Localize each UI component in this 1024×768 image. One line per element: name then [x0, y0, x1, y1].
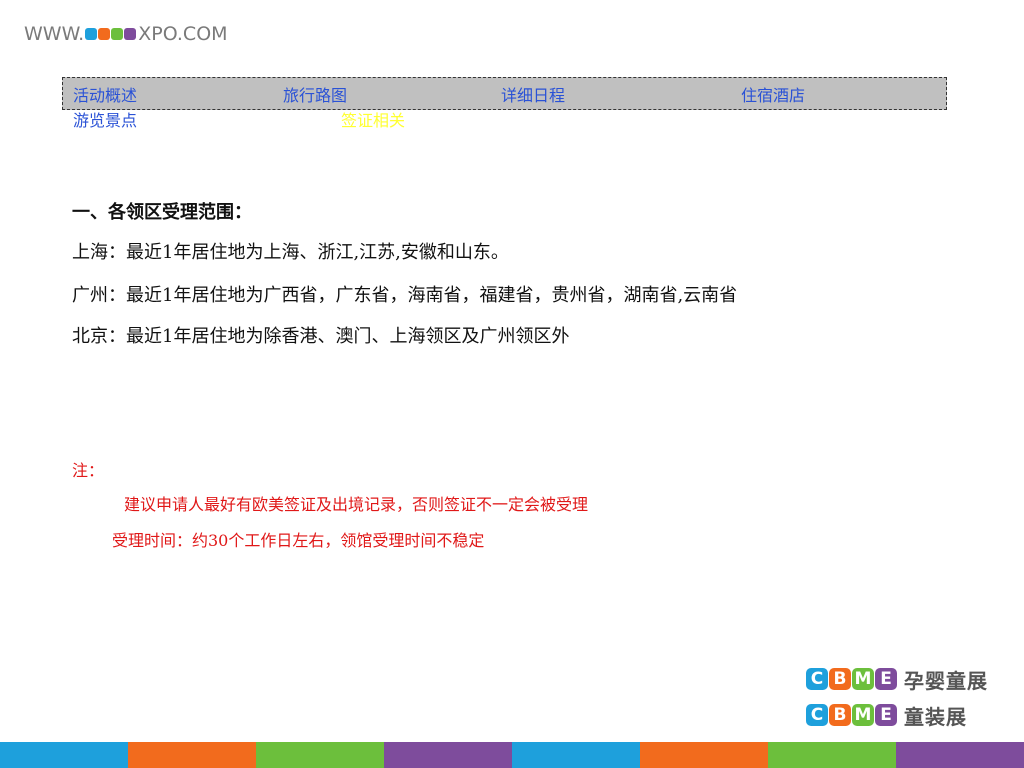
nav-link-overview[interactable]: 活动概述: [73, 87, 137, 105]
consulate-guangzhou: 广州：最近1年居住地为广西省，广东省，海南省，福建省，贵州省，湖南省,云南省: [72, 285, 738, 306]
nav-link-detailed-schedule[interactable]: 详细日程: [501, 87, 565, 105]
cbme-logo-mark: CBME: [806, 704, 898, 726]
stripe-segment: [640, 742, 768, 768]
brand-row-maternity: CBME 孕婴童展: [806, 664, 988, 694]
stripe-segment: [512, 742, 640, 768]
logo-prefix: WWW.: [24, 23, 85, 45]
cbme-expo-url-logo: WWW. XPO.COM: [24, 20, 228, 48]
brand-text-kids-apparel: 童装展: [904, 704, 967, 729]
stripe-segment: [768, 742, 896, 768]
brand-text-maternity: 孕婴童展: [904, 668, 988, 693]
nav-link-travel-route[interactable]: 旅行路图: [283, 87, 347, 105]
cbme-logo-mark: CBME: [806, 668, 898, 690]
logo-suffix: XPO.COM: [138, 23, 228, 45]
stripe-segment: [256, 742, 384, 768]
note-item: 建议申请人最好有欧美签证及出境记录，否则签证不一定会被受理: [124, 495, 589, 514]
color-stripe-footer: [0, 742, 1024, 768]
stripe-segment: [128, 742, 256, 768]
section-heading: 一、各领区受理范围：: [72, 202, 252, 223]
cbme-logo-mark: [85, 28, 137, 40]
brand-row-kids-apparel: CBME 童装展: [806, 700, 988, 730]
note-item: 受理时间：约30个工作日左右，领馆受理时间不稳定: [112, 531, 485, 550]
consulate-shanghai: 上海：最近1年居住地为上海、浙江,江苏,安徽和山东。: [72, 242, 509, 263]
nav-link-visa[interactable]: 签证相关: [341, 112, 405, 130]
stripe-segment: [384, 742, 512, 768]
consulate-beijing: 北京：最近1年居住地为除香港、澳门、上海领区及广州领区外: [72, 326, 570, 347]
nav-link-hotel[interactable]: 住宿酒店: [741, 87, 805, 105]
note-label: 注：: [72, 461, 105, 480]
cbme-brand-logo: CBME 孕婴童展 CBME 童装展: [806, 664, 988, 736]
stripe-segment: [0, 742, 128, 768]
nav-link-sightseeing[interactable]: 游览景点: [73, 112, 137, 130]
navigation-bar: 活动概述 旅行路图 详细日程 住宿酒店 游览景点 签证相关: [62, 77, 947, 130]
stripe-segment: [896, 742, 1024, 768]
